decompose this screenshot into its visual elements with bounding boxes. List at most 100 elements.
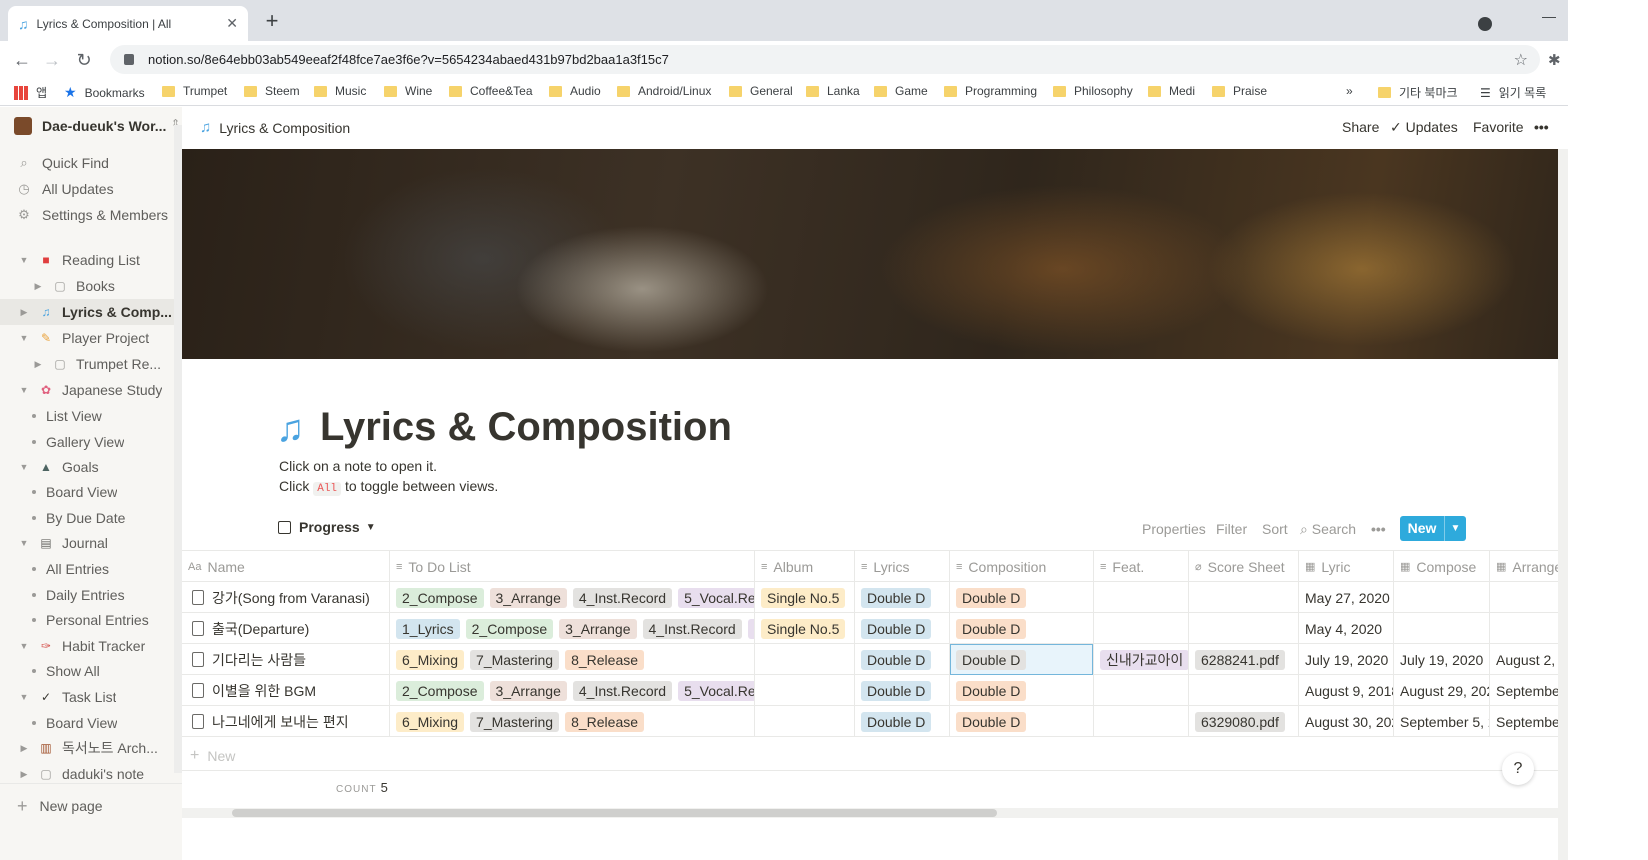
bookmark-apps[interactable]: 앱 <box>14 84 47 101</box>
todo-cell[interactable]: 6_Mixing 7_Mastering 8_Release <box>390 644 755 675</box>
bookmark-folder[interactable]: Steem <box>244 84 300 98</box>
score-sheet-cell[interactable]: 6288241.pdf <box>1189 644 1299 675</box>
settings-members[interactable]: ⚙ Settings & Members <box>16 207 168 223</box>
feat-cell[interactable] <box>1094 706 1189 737</box>
score-sheet-cell[interactable] <box>1189 613 1299 644</box>
minimize-icon[interactable]: — <box>1534 8 1564 24</box>
chevron-down-icon[interactable]: ▼ <box>1444 516 1466 541</box>
album-cell[interactable]: Single No.5 <box>755 582 855 613</box>
sidebar-item-japanese-study[interactable]: ▼ ✿ Japanese Study <box>0 377 174 403</box>
lyrics-cell[interactable]: Double D <box>855 582 950 613</box>
composition-cell[interactable]: Double D <box>950 675 1094 706</box>
file-attachment[interactable]: 6288241.pdf <box>1195 649 1285 670</box>
sidebar-view-show-all[interactable]: Show All <box>0 658 174 684</box>
music-note-icon[interactable]: ♫ <box>276 408 305 451</box>
view-selector[interactable]: Progress ▼ <box>278 519 376 535</box>
sidebar-item-player-project[interactable]: ▼ ✎ Player Project <box>0 325 174 351</box>
album-cell[interactable] <box>755 706 855 737</box>
score-sheet-cell[interactable] <box>1189 675 1299 706</box>
bookmark-folder[interactable]: Medi <box>1148 84 1195 98</box>
chevron-right-icon[interactable]: ▶ <box>18 769 30 780</box>
feat-cell[interactable]: 신내가교아이 <box>1094 644 1189 675</box>
arrange-date-cell[interactable] <box>1490 582 1558 613</box>
lyric-date-cell[interactable]: May 27, 2020 <box>1299 582 1394 613</box>
filter-button[interactable]: Filter <box>1216 521 1247 537</box>
profile-menu-icon[interactable] <box>1478 17 1492 31</box>
favorite-button[interactable]: Favorite <box>1473 119 1524 135</box>
lyrics-cell[interactable]: Double D <box>855 706 950 737</box>
bookmark-folder[interactable]: Audio <box>549 84 601 98</box>
feat-cell[interactable] <box>1094 613 1189 644</box>
score-sheet-cell[interactable] <box>1189 582 1299 613</box>
name-cell[interactable]: 출국(Departure) <box>182 613 390 644</box>
sidebar-item-lyrics[interactable]: ▶ ♫ Lyrics & Comp... <box>0 299 174 325</box>
compose-date-cell[interactable]: September 5, 2 <box>1394 706 1490 737</box>
column-header[interactable]: ▦ Arrange <box>1490 551 1558 582</box>
arrange-date-cell[interactable]: Septembe <box>1490 675 1558 706</box>
name-cell[interactable]: 기다리는 사람들 <box>182 644 390 675</box>
composition-cell[interactable]: Double D <box>950 613 1094 644</box>
bookmark-folder[interactable]: Coffee&Tea <box>449 84 533 98</box>
bookmark-folder[interactable]: Game <box>874 84 928 98</box>
feat-cell[interactable] <box>1094 582 1189 613</box>
todo-cell[interactable]: 6_Mixing 7_Mastering 8_Release <box>390 706 755 737</box>
sidebar-view-board[interactable]: Board View <box>0 479 174 505</box>
chevron-right-icon[interactable]: ▶ <box>32 359 44 370</box>
compose-date-cell[interactable]: August 29, 202 <box>1394 675 1490 706</box>
workspace-switcher[interactable]: Dae-dueuk's Wor... ⇕ <box>14 117 180 135</box>
chevron-down-icon[interactable]: ▼ <box>18 538 30 548</box>
quick-find[interactable]: ⌕ Quick Find <box>16 155 109 171</box>
chevron-down-icon[interactable]: ▼ <box>18 385 30 395</box>
lyrics-cell[interactable]: Double D <box>855 613 950 644</box>
lyric-date-cell[interactable]: August 30, 202 <box>1299 706 1394 737</box>
sort-button[interactable]: Sort <box>1262 521 1288 537</box>
bookmark-folder[interactable]: Programming <box>944 84 1037 98</box>
all-updates[interactable]: ◷ All Updates <box>16 181 113 197</box>
scrollbar-thumb[interactable] <box>232 809 997 817</box>
chevron-right-icon[interactable]: ▶ <box>18 307 30 318</box>
bookmark-folder[interactable]: Trumpet <box>162 84 227 98</box>
lyric-date-cell[interactable]: August 9, 2018 <box>1299 675 1394 706</box>
sidebar-item-books[interactable]: ▶ ▢ Books <box>0 273 174 299</box>
todo-cell[interactable]: 2_Compose 3_Arrange 4_Inst.Record 5_Vocal.R… <box>390 582 755 613</box>
column-header[interactable]: ≡ Feat. <box>1094 551 1189 582</box>
bookmarks-overflow-button[interactable]: » <box>1346 84 1353 98</box>
sidebar-scrollbar[interactable] <box>174 125 182 773</box>
help-button[interactable]: ? <box>1502 753 1534 785</box>
back-icon[interactable]: ← <box>10 49 34 71</box>
name-cell[interactable]: 강가(Song from Varanasi) <box>182 582 390 613</box>
composition-cell[interactable]: Double D <box>950 644 1094 675</box>
sidebar-view-all-entries[interactable]: All Entries <box>0 556 174 582</box>
todo-cell[interactable]: 1_Lyrics2_Compose3_Arrange4_Inst.Record5… <box>390 613 755 644</box>
address-bar[interactable]: notion.so/8e64ebb03ab549eeaf2f48fce7ae3f… <box>110 45 1540 74</box>
reload-icon[interactable]: ↻ <box>72 49 96 71</box>
new-row-button[interactable]: + New <box>182 741 1558 771</box>
updates-button[interactable]: ✓ Updates <box>1390 119 1458 136</box>
table-row[interactable]: 기다리는 사람들 6_Mixing 7_Mastering 8_Release Doub… <box>182 644 1558 675</box>
sidebar-view-due-date[interactable]: By Due Date <box>0 505 174 531</box>
bookmark-folder[interactable]: Wine <box>384 84 432 98</box>
bookmark-folder[interactable]: Philosophy <box>1053 84 1133 98</box>
search-button[interactable]: ⌕ Search <box>1300 521 1356 538</box>
compose-date-cell[interactable]: July 19, 2020 <box>1394 644 1490 675</box>
new-button[interactable]: New ▼ <box>1400 516 1466 541</box>
bookmark-folder[interactable]: Android/Linux <box>617 84 711 98</box>
breadcrumb[interactable]: ♫ Lyrics & Composition <box>200 119 350 136</box>
view-more-button[interactable]: ••• <box>1371 521 1386 537</box>
horizontal-scrollbar[interactable] <box>182 808 1558 818</box>
sidebar-item-archive[interactable]: ▶ ▥ 독서노트 Arch... <box>0 735 174 761</box>
sidebar-item-journal[interactable]: ▼ ▤ Journal <box>0 530 174 556</box>
sidebar-view-task-board[interactable]: Board View <box>0 710 174 736</box>
share-button[interactable]: Share <box>1342 119 1379 135</box>
bookmark-folder[interactable]: Music <box>314 84 366 98</box>
reading-list[interactable]: ☰ 읽기 목록 <box>1480 84 1546 101</box>
sidebar-item-task-list[interactable]: ▼ ✓ Task List <box>0 684 174 710</box>
bookmark-bookmarks[interactable]: ★ Bookmarks <box>64 84 145 101</box>
name-cell[interactable]: 나그네에게 보내는 편지 <box>182 706 390 737</box>
table-row[interactable]: 이별을 위한 BGM 2_Compose 3_Arrange 4_Inst.Recor… <box>182 675 1558 706</box>
chevron-down-icon[interactable]: ▼ <box>18 255 30 265</box>
new-page-button[interactable]: + New page <box>0 783 182 828</box>
extensions-icon[interactable]: ✱ <box>1548 51 1561 69</box>
lyric-date-cell[interactable]: July 19, 2020 <box>1299 644 1394 675</box>
more-options-button[interactable]: ••• <box>1534 119 1549 135</box>
